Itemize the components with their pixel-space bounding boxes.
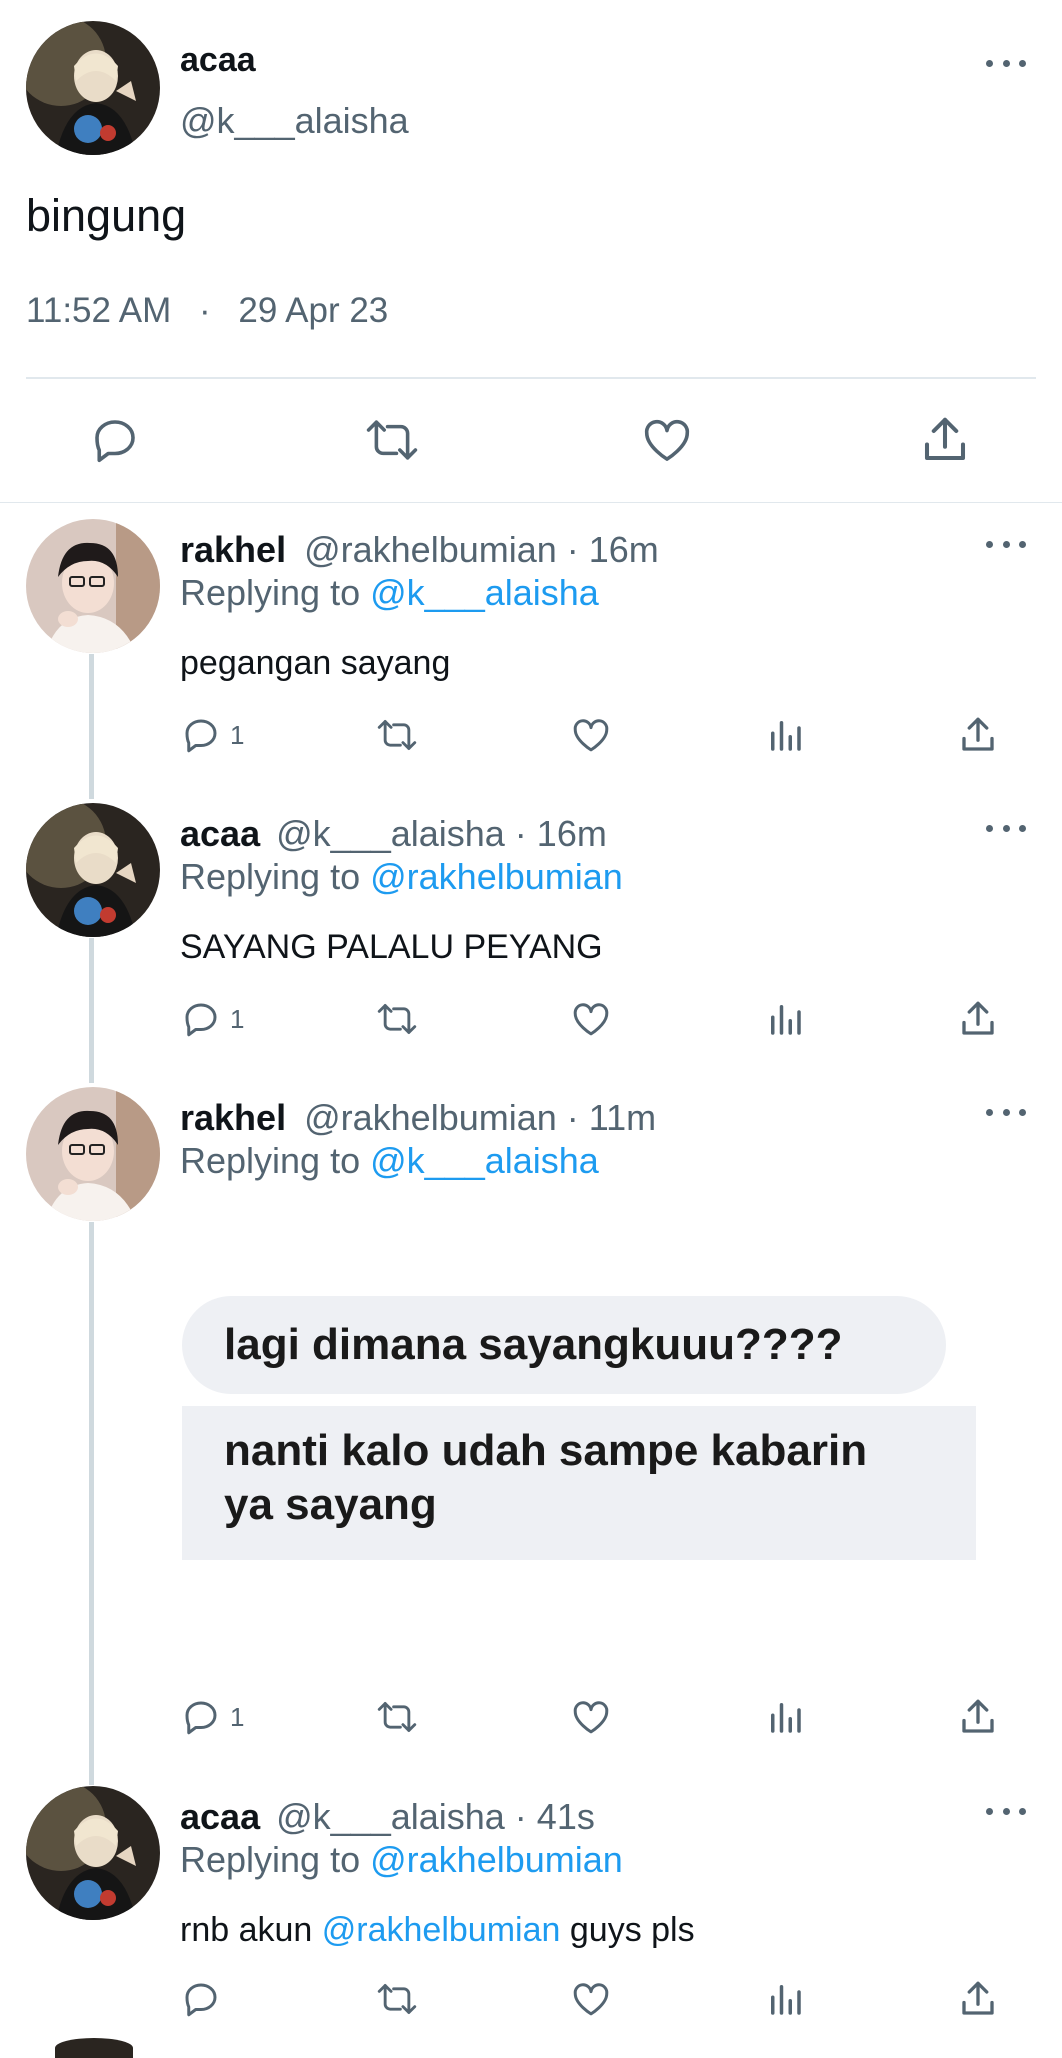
more-icon[interactable] [986, 1102, 1026, 1122]
reply-count: 1 [230, 1702, 245, 1732]
reply-icon[interactable] [180, 998, 222, 1040]
mention-link[interactable]: @rakhelbumian [322, 1911, 561, 1949]
avatar-acaa[interactable] [26, 1786, 160, 1920]
retweet-icon[interactable] [375, 1978, 419, 2020]
reply-header: acaa @k___alaisha · 41s [180, 1795, 595, 1839]
avatar-acaa[interactable] [26, 803, 160, 937]
reply-header: rakhel @rakhelbumian · 16m [180, 528, 659, 572]
reply-meta[interactable]: @rakhelbumian · 11m [304, 1097, 656, 1138]
reply-icon[interactable] [180, 1978, 222, 2020]
reply-header: rakhel @rakhelbumian · 11m [180, 1096, 656, 1140]
reply-meta[interactable]: @k___alaisha · 41s [276, 1796, 595, 1837]
reply-author-name[interactable]: acaa [180, 1796, 260, 1837]
replying-to-mention[interactable]: @k___alaisha [370, 572, 599, 613]
replying-to: Replying to @k___alaisha [180, 1139, 599, 1183]
main-author-handle[interactable]: @k___alaisha [180, 99, 409, 143]
replying-to-mention[interactable]: @k___alaisha [370, 1140, 599, 1181]
avatar-rakhel[interactable] [26, 1087, 160, 1221]
attached-image[interactable]: lagi dimana sayangkuuu???? nanti kalo ud… [182, 1294, 977, 1560]
like-icon[interactable] [570, 1696, 612, 1738]
retweet-icon[interactable] [375, 1696, 419, 1738]
reply-author-name[interactable]: rakhel [180, 1097, 286, 1138]
tweet-time[interactable]: 11:52 AM [26, 291, 171, 330]
reply-meta[interactable]: @k___alaisha · 16m [276, 813, 607, 854]
share-icon[interactable] [918, 413, 972, 467]
divider [26, 377, 1036, 379]
replying-to-label: Replying to [180, 572, 361, 613]
share-icon[interactable] [957, 1696, 999, 1738]
more-icon[interactable] [986, 53, 1026, 73]
reply-icon[interactable] [88, 413, 142, 467]
like-icon[interactable] [570, 1978, 612, 2020]
replying-to-label: Replying to [180, 856, 361, 897]
more-icon[interactable] [986, 534, 1026, 554]
chat-message-2: nanti kalo udah sampe kabarin ya sayang [224, 1424, 867, 1532]
timestamp-separator: · [199, 291, 211, 330]
replying-to-label: Replying to [180, 1839, 361, 1880]
reply-text: pegangan sayang [180, 644, 451, 682]
retweet-icon[interactable] [375, 998, 419, 1040]
views-icon[interactable] [764, 1696, 806, 1738]
like-icon[interactable] [570, 998, 612, 1040]
reply-icon[interactable] [180, 1696, 222, 1738]
replying-to: Replying to @k___alaisha [180, 571, 599, 615]
reply-text: SAYANG PALALU PEYANG [180, 928, 603, 966]
next-reply-avatar-partial[interactable] [55, 2038, 133, 2058]
replying-to-mention[interactable]: @rakhelbumian [370, 1839, 623, 1880]
more-icon[interactable] [986, 1801, 1026, 1821]
reply-text: rnb akun @rakhelbumian guys pls [180, 1909, 695, 1951]
replying-to-mention[interactable]: @rakhelbumian [370, 856, 623, 897]
thread-line [89, 654, 94, 799]
share-icon[interactable] [957, 1978, 999, 2020]
like-icon[interactable] [570, 714, 612, 756]
main-tweet-text: bingung [26, 190, 187, 241]
thread-line [89, 1222, 94, 1785]
views-icon[interactable] [764, 714, 806, 756]
reply-count: 1 [230, 1004, 245, 1034]
reply-meta[interactable]: @rakhelbumian · 16m [304, 529, 659, 570]
retweet-icon[interactable] [363, 413, 421, 467]
chat-message-line: nanti kalo udah sampe kabarin [224, 1426, 868, 1475]
reply-author-name[interactable]: rakhel [180, 529, 286, 570]
reply-header: acaa @k___alaisha · 16m [180, 812, 607, 856]
reply-icon[interactable] [180, 714, 222, 756]
views-icon[interactable] [764, 1978, 806, 2020]
main-author-name[interactable]: acaa [180, 40, 256, 80]
reply-text-part: guys pls [569, 1911, 695, 1949]
share-icon[interactable] [957, 998, 999, 1040]
section-divider [0, 502, 1062, 503]
reply-author-name[interactable]: acaa [180, 813, 260, 854]
avatar-acaa[interactable] [26, 21, 160, 155]
main-tweet-timestamp: 11:52 AM · 29 Apr 23 [26, 290, 388, 332]
chat-message-line: ya sayang [224, 1480, 437, 1529]
more-icon[interactable] [986, 818, 1026, 838]
replying-to-label: Replying to [180, 1140, 361, 1181]
share-icon[interactable] [957, 714, 999, 756]
replying-to: Replying to @rakhelbumian [180, 855, 623, 899]
like-icon[interactable] [640, 413, 694, 467]
reply-text-part: rnb akun [180, 1911, 313, 1949]
avatar-rakhel[interactable] [26, 519, 160, 653]
retweet-icon[interactable] [375, 714, 419, 756]
chat-message-1: lagi dimana sayangkuuu???? [224, 1320, 843, 1369]
tweet-date[interactable]: 29 Apr 23 [238, 291, 388, 330]
views-icon[interactable] [764, 998, 806, 1040]
thread-line [89, 938, 94, 1083]
reply-count: 1 [230, 720, 245, 750]
replying-to: Replying to @rakhelbumian [180, 1838, 623, 1882]
